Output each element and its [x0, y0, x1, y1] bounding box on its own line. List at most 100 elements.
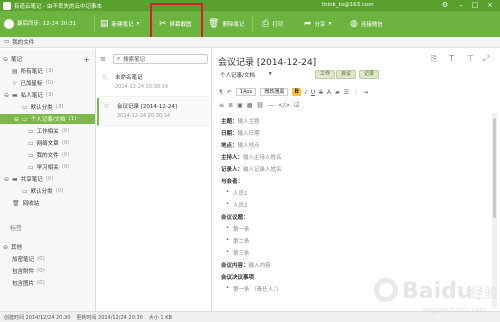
- collapse-icon: ⊖: [3, 55, 9, 63]
- list-item[interactable]: ☆ 会议记录 [2014-12-24] 2014-12-24 20:30:14: [97, 98, 211, 126]
- undo-icon[interactable]: ↶: [227, 89, 232, 96]
- user-account[interactable]: think_to@163.com: [322, 2, 374, 8]
- tag-chip[interactable]: 记录: [359, 70, 380, 79]
- text-format-icon[interactable]: T: [449, 54, 454, 63]
- chevron-down-icon[interactable]: ▾: [137, 21, 140, 27]
- font-size-select[interactable]: 14px: [235, 88, 257, 96]
- search-input[interactable]: ⌕ 搜索笔记: [113, 54, 208, 64]
- image-icon[interactable]: ▣: [237, 102, 243, 109]
- divider: [252, 16, 253, 32]
- print-button[interactable]: ⎙ 打印: [262, 11, 283, 37]
- underline-icon[interactable]: U: [311, 89, 315, 96]
- bullet-list-icon[interactable]: ☰: [344, 89, 349, 96]
- add-notebook-icon[interactable]: +: [83, 55, 90, 64]
- paragraph-icon[interactable]: ¶: [219, 89, 223, 96]
- sidebar-item-web-articles[interactable]: ▭ 网络文章 (0): [0, 138, 95, 148]
- numbered-list-icon[interactable]: ⋮: [353, 89, 359, 96]
- note-title: 会议记录 [2014-12-24]: [117, 104, 178, 110]
- attach-icon[interactable]: ⎘: [431, 54, 437, 64]
- sidebar-item-label: 网络文章: [36, 141, 59, 147]
- sidebar-item-count: (0): [37, 268, 45, 274]
- maximize-icon[interactable]: □: [470, 1, 480, 10]
- sidebar-item-all-notes[interactable]: ▤ 所有笔记 (3): [0, 66, 95, 76]
- star-icon[interactable]: ☆: [103, 102, 109, 110]
- sidebar-item-attachments[interactable]: 包含附件 (0): [0, 266, 95, 276]
- expand-icon[interactable]: ⤢: [483, 54, 489, 64]
- chevron-down-icon[interactable]: ▾: [329, 21, 332, 27]
- chevron-down-icon: ▾: [268, 71, 272, 77]
- sidebar-item-shared-notes[interactable]: ⊖ ▬ 共享笔记 (0): [0, 174, 95, 184]
- font-color-icon[interactable]: A: [327, 89, 331, 96]
- sidebar-item-images[interactable]: 包含图片 (0): [0, 278, 95, 288]
- align-left-icon[interactable]: ≡: [219, 102, 224, 109]
- highlight-icon[interactable]: ▰: [335, 89, 340, 96]
- font-family-select[interactable]: 微软雅黑: [260, 88, 289, 96]
- strikethrough-icon[interactable]: S: [319, 89, 323, 96]
- sidebar-item-label: 默认分类: [30, 189, 53, 195]
- field-line: 主持人：输入主持人姓名: [221, 155, 282, 161]
- scrollbar-thumb[interactable]: [493, 118, 496, 218]
- list-item[interactable]: ☆ 未命名笔记 2014-12-24 20:30:14: [97, 69, 211, 97]
- list-view-icon[interactable]: ≡: [100, 55, 106, 63]
- sidebar-item-my-files[interactable]: ▭ 我的文件 (0): [0, 150, 95, 160]
- sync-status[interactable]: 最后同步: 12-24 20:31: [4, 11, 76, 37]
- sidebar-item-private-notes[interactable]: ⊖ ▬ 私人笔记 (3): [0, 90, 95, 100]
- connect-wechat-button[interactable]: ◍ 连接微信: [350, 11, 383, 37]
- bullet-item: 第三条: [226, 249, 249, 257]
- folder-icon: ▭: [28, 151, 34, 159]
- indent-icon[interactable]: ⇥: [363, 89, 368, 96]
- minimize-icon[interactable]: –: [456, 1, 466, 10]
- sidebar-section-other[interactable]: ⊖ 其他: [0, 242, 95, 252]
- format-toolbar-row-1: ¶ ↶ 14px 微软雅黑 B I U S A ▰ ☰ ⋮ ⇥: [219, 87, 368, 97]
- sidebar-item-personal-docs[interactable]: ⊖ ▭ 个人记事/文档 (1): [0, 114, 95, 124]
- notebook-select[interactable]: 个人记事/文档 ▾: [220, 71, 272, 79]
- breadcrumb-label[interactable]: 我的文件: [12, 38, 34, 46]
- sidebar-section-tags[interactable]: 标签: [10, 223, 22, 232]
- sidebar-item-count: (0): [45, 80, 54, 86]
- field-line: 会议内容：输入内容: [221, 263, 271, 269]
- sidebar-section-notes[interactable]: ⊖ 笔记: [0, 54, 95, 64]
- field-line: 与会者：: [221, 179, 244, 185]
- gear-icon[interactable]: ⚙: [440, 1, 450, 10]
- tag-chip[interactable]: 会议: [336, 70, 357, 79]
- star-icon[interactable]: ☆: [101, 73, 107, 81]
- sidebar-item-label: 所有笔记: [20, 69, 43, 75]
- note-size: 大小 1 KB: [148, 314, 172, 321]
- share-button[interactable]: ➦ 分享 ▾: [304, 11, 331, 37]
- table-icon[interactable]: ▦: [247, 102, 253, 109]
- sidebar-item-trash[interactable]: 🗑 回收站: [0, 198, 95, 208]
- sidebar-item-count: (2): [55, 104, 64, 110]
- format-toolbar-row-2: ≡ ≣ ▣ ▦ ⛓ — </> ☑: [219, 100, 300, 110]
- link-icon[interactable]: ⛓: [256, 102, 264, 109]
- pin-icon[interactable]: ⊤: [467, 54, 474, 63]
- printer-icon: ⎙: [262, 18, 270, 29]
- checkbox-icon[interactable]: ☑: [294, 102, 299, 109]
- new-note-button[interactable]: ▤ 新建笔记 ▾: [100, 11, 139, 37]
- bullet-item: 第二条: [226, 237, 249, 245]
- trash-icon: 🗑: [12, 199, 20, 207]
- sidebar-item-default-category[interactable]: ▭ 默认分类 (2): [0, 102, 95, 112]
- tag-chip[interactable]: 工作: [315, 70, 336, 79]
- close-icon[interactable]: ×: [485, 1, 495, 10]
- code-icon[interactable]: </>: [278, 102, 290, 109]
- search-icon: ⌕: [117, 55, 121, 62]
- window-title: 有道云笔记 - 由不丢失的云中记事本: [14, 3, 102, 10]
- folder-icon: ▭: [22, 187, 28, 195]
- note-title-field[interactable]: 会议记录 [2014-12-24]: [218, 55, 316, 68]
- sidebar-item-study[interactable]: ▭ 学习相关 (0): [0, 162, 95, 172]
- sidebar-item-label: 回收站: [22, 201, 40, 207]
- sidebar-item-work[interactable]: ▭ 工作相关 (0): [0, 126, 95, 136]
- sidebar-item-shared-default[interactable]: ▭ 默认分类 (0): [0, 186, 95, 196]
- italic-icon[interactable]: I: [305, 89, 307, 96]
- bold-icon[interactable]: B: [292, 88, 301, 96]
- star-icon: ☆: [12, 79, 18, 87]
- sidebar-item-count: (0): [61, 128, 70, 134]
- sync-label: 最后同步: 12-24 20:31: [17, 20, 77, 27]
- delete-note-button[interactable]: 🗑 删除笔记: [208, 11, 244, 37]
- updated-time: 更新时间 2014/12/24 20:30: [76, 314, 143, 321]
- line-icon[interactable]: —: [268, 102, 274, 109]
- sidebar-item-encrypted[interactable]: 加密笔记 (0): [0, 254, 95, 264]
- share-icon: ➦: [304, 18, 312, 29]
- align-center-icon[interactable]: ≣: [228, 102, 233, 109]
- sidebar-item-starred[interactable]: ☆ 已加星标 (0): [0, 78, 95, 88]
